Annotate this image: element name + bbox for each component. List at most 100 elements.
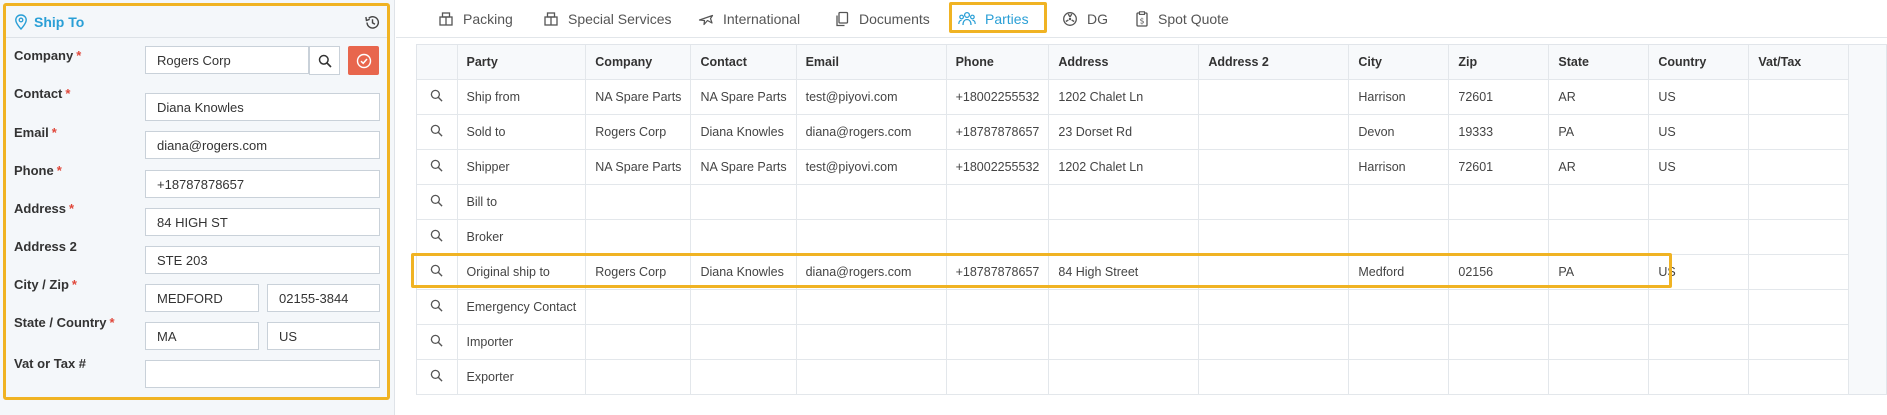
table-cell: +18787878657 [946,254,1050,290]
company-input[interactable] [145,46,309,74]
table-cell [690,289,797,325]
row-search-cell[interactable] [417,289,458,325]
table-cell [1748,79,1850,115]
history-icon[interactable] [364,14,381,31]
table-cell [946,324,1050,360]
table-cell [796,359,947,395]
company-label: Company * [14,48,82,63]
city-input[interactable] [145,284,259,312]
table-cell: test@piyovi.com [796,79,947,115]
vat-row: Vat or Tax # [14,354,384,388]
search-icon[interactable] [430,334,443,347]
contact-input[interactable] [145,93,380,121]
parties-table-container: Party Company Contact Email Phone Addres… [416,44,1887,395]
search-icon[interactable] [430,229,443,242]
table-row: Sold to Rogers Corp Diana Knowles diana@rog… [417,114,1850,150]
tab-dg-label: DG [1087,11,1108,27]
table-cell [690,359,797,395]
row-search-cell[interactable] [417,324,458,360]
table-cell: Medford [1348,254,1450,290]
search-icon[interactable] [430,124,443,137]
table-cell [1448,359,1550,395]
parties-table: Party Company Contact Email Phone Addres… [417,45,1850,395]
table-cell: US [1648,79,1750,115]
address-label: Address * [14,201,75,216]
table-cell [1748,149,1850,185]
email-input[interactable] [145,131,380,159]
special-services-icon [544,12,558,26]
search-icon[interactable] [430,264,443,277]
table-cell [1048,219,1200,255]
table-row: Original ship to Rogers Corp Diana Knowles… [417,254,1850,290]
tab-packing[interactable]: Packing [438,4,513,34]
table-cell [1198,79,1350,115]
row-search-cell[interactable] [417,149,458,185]
search-icon[interactable] [430,159,443,172]
phone-row: Phone * [14,161,384,198]
search-icon[interactable] [430,299,443,312]
panel-title: Ship To [34,13,85,30]
table-cell: Original ship to [457,254,587,290]
search-icon[interactable] [430,369,443,382]
table-row: Ship from NA Spare Parts NA Spare Parts tes… [417,79,1850,115]
table-cell [946,359,1050,395]
table-cell: Sold to [457,114,587,150]
table-cell [946,184,1050,220]
zip-input[interactable] [267,284,380,312]
tab-special-services[interactable]: Special Services [543,4,672,34]
tab-documents-label: Documents [859,11,930,27]
table-cell: NA Spare Parts [585,79,692,115]
table-cell [1348,324,1450,360]
tab-parties-label: Parties [985,11,1029,27]
row-search-cell[interactable] [417,359,458,395]
address2-row: Address 2 [14,237,384,274]
row-search-cell[interactable] [417,114,458,150]
table-header-row: Party Company Contact Email Phone Addres… [417,45,1850,80]
parties-icon [958,11,976,26]
packing-icon [439,12,453,26]
table-cell [585,324,692,360]
tab-dg[interactable]: DG [1062,4,1108,34]
company-search-button[interactable] [309,46,340,75]
table-cell [1748,289,1850,325]
address2-input[interactable] [145,246,380,274]
row-search-cell[interactable] [417,184,458,220]
search-icon[interactable] [430,194,443,207]
tab-international[interactable]: International [698,4,800,34]
header-search [417,45,458,80]
row-search-cell[interactable] [417,219,458,255]
row-search-cell[interactable] [417,79,458,115]
table-cell: test@piyovi.com [796,149,947,185]
tab-parties[interactable]: Parties [958,4,1029,34]
table-cell [796,289,947,325]
table-cell [1548,219,1650,255]
confirm-address-button[interactable] [348,46,379,75]
table-cell [1548,289,1650,325]
table-cell: 1202 Chalet Ln [1048,79,1200,115]
tab-spot-quote[interactable]: $ Spot Quote [1135,4,1229,34]
table-cell: Harrison [1348,79,1450,115]
address-input[interactable] [145,208,380,236]
phone-label: Phone * [14,163,62,178]
table-cell [1548,324,1650,360]
table-cell [1348,359,1450,395]
table-row: Shipper NA Spare Parts NA Spare Parts test@… [417,149,1850,185]
vat-input[interactable] [145,360,380,388]
row-search-cell[interactable] [417,254,458,290]
table-cell: Harrison [1348,149,1450,185]
table-cell [1748,184,1850,220]
phone-input[interactable] [145,170,380,198]
table-cell [585,359,692,395]
search-icon[interactable] [430,89,443,102]
table-cell: Bill to [457,184,587,220]
table-cell: NA Spare Parts [690,79,797,115]
ship-to-panel: Ship To Company* Contact* Email* [0,0,395,415]
table-cell [1748,254,1850,290]
table-cell: Exporter [457,359,587,395]
table-cell [1648,359,1750,395]
tab-documents[interactable]: Documents [834,4,930,34]
country-input[interactable] [267,322,380,350]
state-input[interactable] [145,322,259,350]
table-cell: diana@rogers.com [796,114,947,150]
table-cell: NA Spare Parts [585,149,692,185]
